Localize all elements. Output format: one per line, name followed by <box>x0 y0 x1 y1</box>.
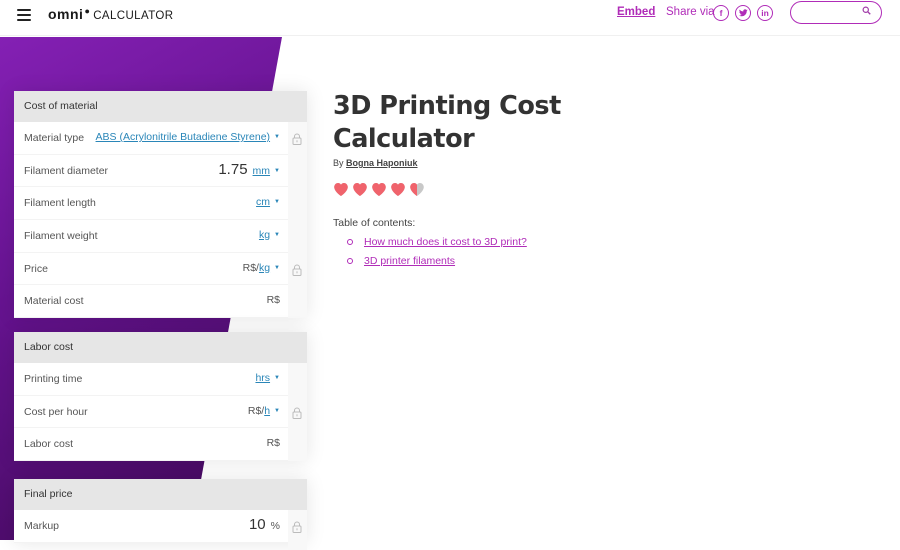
hamburger-menu-icon[interactable] <box>17 9 31 21</box>
title-line-2: Calculator <box>333 124 475 154</box>
filament-diameter-input[interactable]: 1.75 <box>218 161 247 178</box>
toc-item: How much does it cost to 3D print? <box>347 236 527 248</box>
by-label: By <box>333 158 344 168</box>
unit-select[interactable]: h <box>264 405 270 417</box>
omni-logo[interactable]: omni ● CALCULATOR <box>48 6 173 22</box>
field-label: Printing time <box>24 373 83 385</box>
chevron-down-icon[interactable]: ▼ <box>274 232 280 238</box>
rating-hearts[interactable] <box>333 182 425 197</box>
linkedin-icon[interactable]: in <box>757 5 773 21</box>
author-byline: By Bogna Haponiuk <box>333 158 418 168</box>
percent-unit: % <box>270 520 280 532</box>
heart-icon[interactable] <box>409 182 425 197</box>
twitter-icon[interactable] <box>735 5 751 21</box>
unit-select[interactable]: kg <box>259 262 270 274</box>
labor-cost-card: Labor cost Printing time hrs ▼ Cost per h… <box>14 332 307 462</box>
material-type-value[interactable]: ABS (Acrylonitrile Butadiene Styrene) <box>96 131 271 143</box>
chevron-down-icon[interactable]: ▼ <box>274 199 280 205</box>
author-link[interactable]: Bogna Haponiuk <box>346 158 418 168</box>
logo-main: omni <box>48 6 84 22</box>
unit-select[interactable]: mm <box>253 165 271 177</box>
final-price-card: Final price Markup 10 % <box>14 479 307 550</box>
heart-icon[interactable] <box>352 182 368 197</box>
bullet-icon <box>347 258 353 264</box>
chevron-down-icon[interactable]: ▼ <box>274 375 280 381</box>
currency-unit: R$ <box>266 437 280 450</box>
card-lock-column <box>288 122 307 318</box>
bullet-icon <box>347 239 353 245</box>
heart-icon[interactable] <box>390 182 406 197</box>
filament-length-row: Filament length cm ▼ <box>14 187 288 221</box>
search-input[interactable] <box>790 1 882 24</box>
field-label: Material type <box>24 132 85 144</box>
filament-weight-row: Filament weight kg ▼ <box>14 220 288 253</box>
material-cost-row: Material cost R$ <box>14 285 288 319</box>
currency-unit: R$ <box>266 294 280 307</box>
top-header: omni ● CALCULATOR Embed Share via f in <box>0 0 900 36</box>
field-label: Filament length <box>24 197 96 210</box>
share-via-label: Share via <box>666 6 715 18</box>
lock-icon[interactable] <box>292 521 302 533</box>
card-title: Labor cost <box>14 332 307 363</box>
cost-of-material-card: Cost of material Material type ABS (Acry… <box>14 91 307 319</box>
field-label: Markup <box>24 520 60 532</box>
field-label: Material cost <box>24 295 84 308</box>
material-type-select[interactable]: ABS (Acrylonitrile Butadiene Styrene) ▼ <box>96 131 280 143</box>
card-title: Final price <box>14 479 307 510</box>
field-label: Filament weight <box>24 230 98 243</box>
filament-diameter-row: Filament diameter 1.75 mm ▼ <box>14 154 288 188</box>
search-icon[interactable] <box>862 6 871 18</box>
price-row: Price R$/kg ▼ <box>14 252 288 286</box>
field-label: Price <box>24 262 48 275</box>
toc-link[interactable]: 3D printer filaments <box>364 255 455 267</box>
labor-cost-row: Labor cost R$ <box>14 428 288 462</box>
unit-select[interactable]: kg <box>259 229 270 241</box>
currency-prefix: R$/ <box>247 404 265 417</box>
toc-item: 3D printer filaments <box>347 255 455 267</box>
cost-per-hour-row: Cost per hour R$/h ▼ <box>14 395 288 429</box>
embed-link[interactable]: Embed <box>617 6 655 18</box>
title-line-1: 3D Printing Cost <box>333 91 561 121</box>
field-label: Cost per hour <box>24 405 88 418</box>
lock-icon[interactable] <box>292 407 302 419</box>
printing-time-row: Printing time hrs ▼ <box>14 363 288 396</box>
chevron-down-icon[interactable]: ▼ <box>274 134 280 140</box>
logo-dot: ● <box>84 6 91 16</box>
lock-icon[interactable] <box>292 133 302 145</box>
unit-select[interactable]: cm <box>256 196 270 208</box>
currency-prefix: R$/ <box>242 261 259 274</box>
heart-icon[interactable] <box>333 182 349 197</box>
card-title: Cost of material <box>14 91 307 122</box>
lock-icon[interactable] <box>292 264 302 276</box>
field-label: Labor cost <box>24 438 74 451</box>
page-title: 3D Printing Cost Calculator <box>333 90 561 156</box>
markup-input[interactable]: 10 <box>249 516 266 533</box>
unit-select[interactable]: hrs <box>255 372 270 384</box>
heart-icon[interactable] <box>371 182 387 197</box>
chevron-down-icon[interactable]: ▼ <box>274 168 280 174</box>
chevron-down-icon[interactable]: ▼ <box>274 408 280 414</box>
facebook-icon[interactable]: f <box>713 5 729 21</box>
logo-sub: CALCULATOR <box>93 10 174 22</box>
toc-link[interactable]: How much does it cost to 3D print? <box>364 236 527 248</box>
field-label: Filament diameter <box>24 164 109 177</box>
chevron-down-icon[interactable]: ▼ <box>274 265 280 271</box>
markup-row: Markup 10 % <box>14 510 288 543</box>
toc-title: Table of contents: <box>333 217 416 229</box>
material-type-row: Material type ABS (Acrylonitrile Butadie… <box>14 122 288 155</box>
